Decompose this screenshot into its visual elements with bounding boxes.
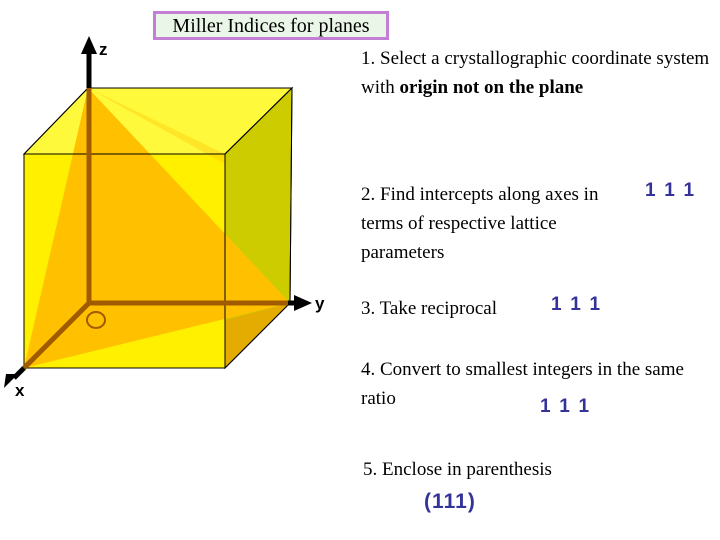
step-1-text: 1. Select a crystallographic coordinate …	[361, 44, 713, 102]
step-4-text: 4. Convert to smallest integers in the s…	[361, 359, 684, 409]
step-2-text: 2. Find intercepts along axes in terms o…	[361, 184, 599, 263]
step-2-values: 1 1 1	[645, 180, 696, 201]
slide-canvas: Miller Indices for planes z y x 1. Selec…	[0, 0, 720, 540]
y-axis-label: y	[315, 294, 325, 313]
step-3-values: 1 1 1	[551, 294, 602, 315]
x-axis-label: x	[15, 381, 25, 400]
step-1-bold-text: origin not on the plane	[399, 77, 584, 98]
cube-svg	[4, 36, 312, 388]
step-5-text: 5. Enclose in parenthesis	[363, 459, 552, 480]
step-4-values: 1 1 1	[540, 396, 591, 417]
y-axis-arrow-head	[294, 295, 312, 311]
crystal-cube-diagram: z y x	[0, 0, 350, 440]
z-axis-label: z	[99, 40, 108, 59]
z-axis-arrow-head	[81, 36, 97, 54]
miller-index-answer: (111)	[424, 490, 476, 513]
step-3-text: 3. Take reciprocal	[361, 298, 497, 319]
